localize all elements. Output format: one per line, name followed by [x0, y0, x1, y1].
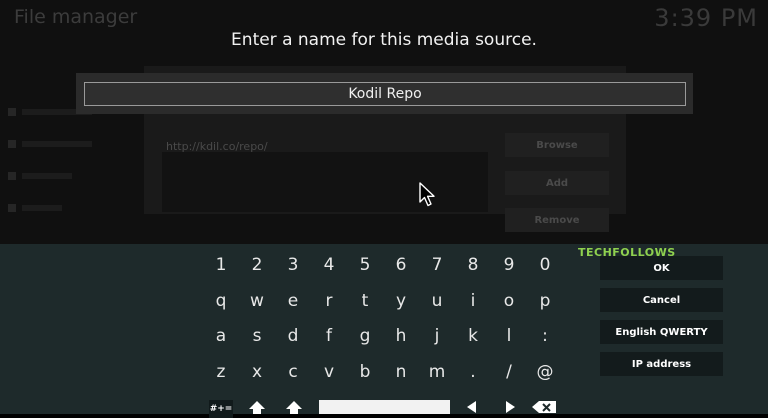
- key-2[interactable]: 2: [240, 250, 274, 280]
- key-1[interactable]: 1: [204, 250, 238, 280]
- background-url: http://kdil.co/repo/: [166, 140, 268, 153]
- space-key[interactable]: [319, 400, 450, 414]
- arrow-right-icon[interactable]: [502, 400, 518, 414]
- background-clock: 3:39 PM: [654, 4, 758, 32]
- background-remove-button: Remove: [505, 208, 609, 232]
- key-s[interactable]: s: [240, 321, 274, 351]
- ip-address-button[interactable]: IP address: [600, 352, 723, 376]
- key-a[interactable]: a: [204, 321, 238, 351]
- key-d[interactable]: d: [276, 321, 310, 351]
- key-9[interactable]: 9: [492, 250, 526, 280]
- key-r[interactable]: r: [312, 286, 346, 316]
- key-w[interactable]: w: [240, 286, 274, 316]
- key-k[interactable]: k: [456, 321, 490, 351]
- background-sidebar-item: [8, 202, 128, 214]
- key-b[interactable]: b: [348, 357, 382, 387]
- key-v[interactable]: v: [312, 357, 346, 387]
- background-sidebar-item: [8, 170, 128, 182]
- key-f[interactable]: f: [312, 321, 346, 351]
- cancel-button[interactable]: Cancel: [600, 288, 723, 312]
- key-5[interactable]: 5: [348, 250, 382, 280]
- key-o[interactable]: o: [492, 286, 526, 316]
- key-n[interactable]: n: [384, 357, 418, 387]
- key-colon[interactable]: :: [528, 321, 562, 351]
- key-c[interactable]: c: [276, 357, 310, 387]
- key-slash[interactable]: /: [492, 357, 526, 387]
- key-h[interactable]: h: [384, 321, 418, 351]
- key-period[interactable]: .: [456, 357, 490, 387]
- media-source-name-input[interactable]: Kodil Repo: [84, 82, 686, 106]
- key-3[interactable]: 3: [276, 250, 310, 280]
- background-add-button: Add: [505, 171, 609, 195]
- backspace-icon[interactable]: [531, 400, 557, 414]
- key-y[interactable]: y: [384, 286, 418, 316]
- keyboard-layout-button[interactable]: English QWERTY: [600, 320, 723, 344]
- key-l[interactable]: l: [492, 321, 526, 351]
- key-6[interactable]: 6: [384, 250, 418, 280]
- key-g[interactable]: g: [348, 321, 382, 351]
- key-z[interactable]: z: [204, 357, 238, 387]
- key-u[interactable]: u: [420, 286, 454, 316]
- dialog-prompt: Enter a name for this media source.: [231, 30, 537, 50]
- shift-icon[interactable]: [284, 400, 304, 414]
- key-t[interactable]: t: [348, 286, 382, 316]
- background-source-list: [162, 152, 488, 212]
- key-p[interactable]: p: [528, 286, 562, 316]
- symbols-key[interactable]: #+=: [209, 400, 233, 418]
- key-x[interactable]: x: [240, 357, 274, 387]
- background-browse-button: Browse: [505, 133, 609, 157]
- arrow-left-icon[interactable]: [464, 400, 480, 414]
- background-title: File manager: [14, 6, 138, 28]
- background-sidebar-item: [8, 138, 128, 150]
- ok-button[interactable]: OK: [600, 256, 723, 280]
- caps-icon[interactable]: [247, 400, 267, 414]
- key-0[interactable]: 0: [528, 250, 562, 280]
- key-j[interactable]: j: [420, 321, 454, 351]
- key-4[interactable]: 4: [312, 250, 346, 280]
- key-8[interactable]: 8: [456, 250, 490, 280]
- key-7[interactable]: 7: [420, 250, 454, 280]
- key-e[interactable]: e: [276, 286, 310, 316]
- key-m[interactable]: m: [420, 357, 454, 387]
- key-i[interactable]: i: [456, 286, 490, 316]
- mouse-pointer-icon: [419, 182, 435, 207]
- key-at[interactable]: @: [528, 357, 562, 387]
- key-q[interactable]: q: [204, 286, 238, 316]
